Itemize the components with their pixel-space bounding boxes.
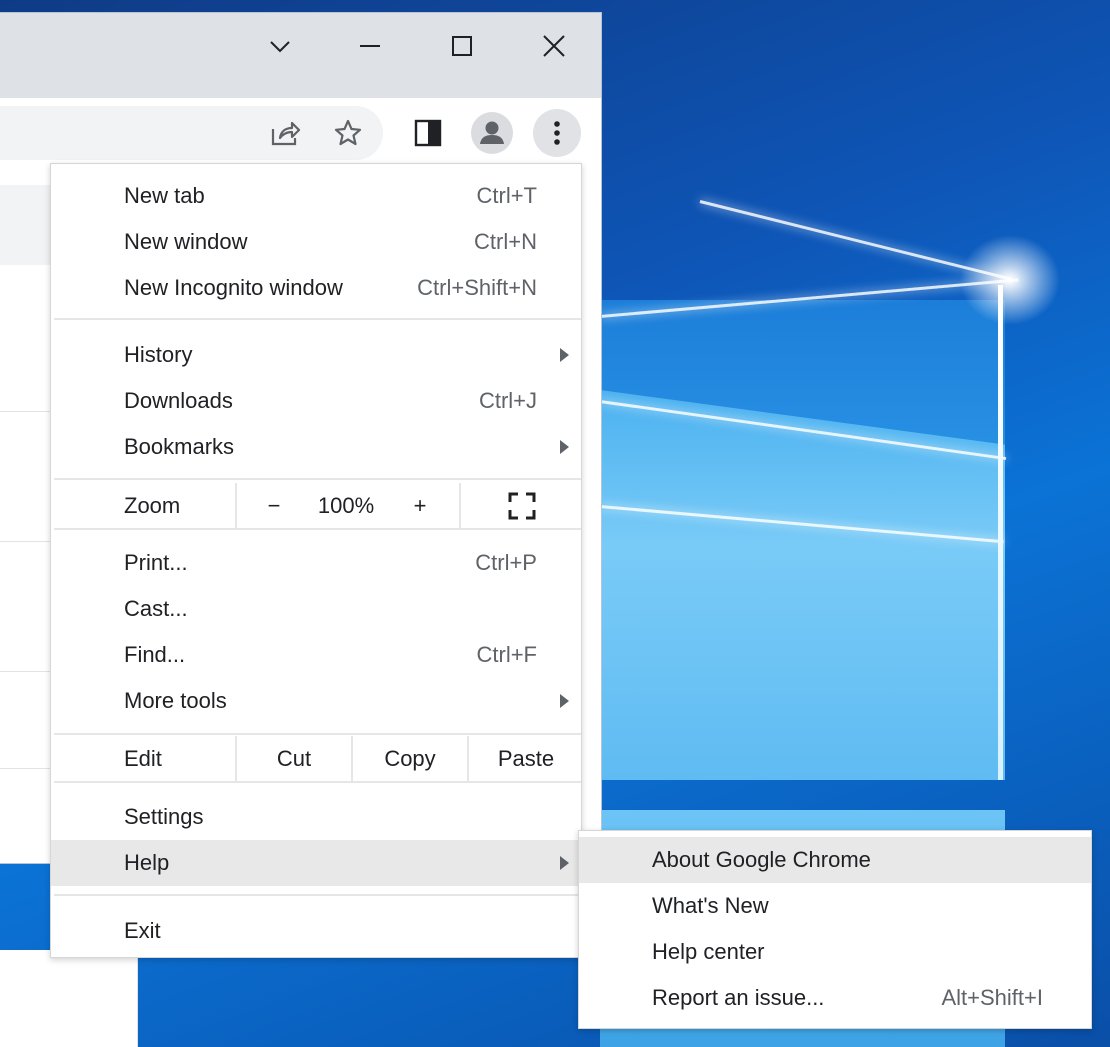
menu-item-print[interactable]: Print... Ctrl+P <box>51 540 581 586</box>
side-panel-button[interactable] <box>404 109 452 157</box>
menu-item-shortcut: Ctrl+T <box>476 183 538 208</box>
browser-toolbar <box>0 98 601 168</box>
copy-label: Copy <box>384 746 436 771</box>
background-window-card <box>0 950 138 1047</box>
menu-item-shortcut: Ctrl+P <box>475 550 537 575</box>
cut-button[interactable]: Cut <box>235 736 351 782</box>
menu-item-shortcut: Ctrl+J <box>478 388 537 413</box>
menu-item-cast[interactable]: Cast... <box>51 586 581 632</box>
menu-separator <box>54 318 581 320</box>
share-button[interactable] <box>261 109 309 157</box>
menu-item-label: Exit <box>124 918 161 943</box>
menu-separator <box>54 733 581 735</box>
close-icon <box>543 35 565 57</box>
menu-item-more-tools[interactable]: More tools <box>51 678 581 724</box>
copy-button[interactable]: Copy <box>351 736 467 782</box>
tab-search-button[interactable] <box>257 23 303 69</box>
title-bar <box>0 13 601 98</box>
close-button[interactable] <box>531 23 577 69</box>
submenu-item-label: Help center <box>652 939 765 964</box>
paste-button[interactable]: Paste <box>467 736 583 782</box>
menu-item-label: Find... <box>124 642 186 667</box>
menu-item-label: New window <box>124 229 248 254</box>
profile-button[interactable] <box>468 109 516 157</box>
maximize-icon <box>452 36 472 56</box>
submenu-arrow-icon <box>560 856 569 870</box>
fullscreen-button[interactable] <box>459 483 583 529</box>
profile-icon <box>471 112 513 154</box>
maximize-button[interactable] <box>439 23 485 69</box>
menu-item-label: History <box>124 342 193 367</box>
menu-item-new-tab[interactable]: New tab Ctrl+T <box>51 173 581 219</box>
menu-item-new-incognito-window[interactable]: New Incognito window Ctrl+Shift+N <box>51 265 581 311</box>
menu-item-shortcut: Ctrl+N <box>474 229 537 254</box>
menu-item-label: Downloads <box>124 388 233 413</box>
menu-separator <box>54 528 581 530</box>
zoom-level: 100% <box>309 483 383 529</box>
fullscreen-icon <box>508 492 536 520</box>
chrome-main-menu: New tab Ctrl+T New window Ctrl+N New Inc… <box>50 163 582 958</box>
edit-row: Edit Cut Copy Paste <box>51 736 581 782</box>
side-panel-icon <box>414 119 442 147</box>
minimize-button[interactable] <box>347 23 393 69</box>
menu-item-label: More tools <box>124 688 227 713</box>
submenu-arrow-icon <box>560 694 569 708</box>
menu-item-label: New tab <box>124 183 205 208</box>
zoom-plus-label: + <box>413 493 427 518</box>
more-vert-icon <box>554 121 560 145</box>
submenu-item-about-google-chrome[interactable]: About Google Chrome <box>579 837 1091 883</box>
submenu-item-report-an-issue[interactable]: Report an issue... Alt+Shift+I <box>579 975 1091 1021</box>
menu-item-label: Cast... <box>124 596 188 621</box>
zoom-minus-label: − <box>267 493 281 518</box>
menu-separator <box>54 894 581 896</box>
submenu-item-shortcut: Alt+Shift+I <box>941 985 1043 1010</box>
star-icon <box>334 119 362 146</box>
more-menu-button[interactable] <box>533 109 581 157</box>
cut-label: Cut <box>276 746 312 771</box>
menu-item-downloads[interactable]: Downloads Ctrl+J <box>51 378 581 424</box>
menu-item-label: New Incognito window <box>124 275 343 300</box>
submenu-item-label: What's New <box>652 893 769 918</box>
menu-separator <box>54 781 581 783</box>
menu-item-shortcut: Ctrl+Shift+N <box>417 275 537 300</box>
zoom-label: Zoom <box>124 493 181 518</box>
menu-item-new-window[interactable]: New window Ctrl+N <box>51 219 581 265</box>
menu-item-help[interactable]: Help <box>51 840 581 886</box>
wallpaper-glow <box>960 235 1060 325</box>
submenu-item-whats-new[interactable]: What's New <box>579 883 1091 929</box>
minimize-icon <box>360 45 380 47</box>
menu-item-label: Bookmarks <box>124 434 235 459</box>
wallpaper-frame-line <box>998 285 1003 780</box>
menu-item-settings[interactable]: Settings <box>51 794 581 840</box>
menu-item-bookmarks[interactable]: Bookmarks <box>51 424 581 470</box>
menu-item-find[interactable]: Find... Ctrl+F <box>51 632 581 678</box>
bookmark-star-button[interactable] <box>324 109 372 157</box>
menu-item-exit[interactable]: Exit <box>51 908 581 954</box>
menu-item-label: Help <box>124 850 170 875</box>
chevron-down-icon <box>270 41 290 53</box>
zoom-in-button[interactable]: + <box>383 483 457 529</box>
menu-item-label: Print... <box>124 550 188 575</box>
menu-item-label: Settings <box>124 804 204 829</box>
zoom-value: 100% <box>317 493 375 518</box>
submenu-item-help-center[interactable]: Help center <box>579 929 1091 975</box>
submenu-arrow-icon <box>560 440 569 454</box>
zoom-out-button[interactable]: − <box>235 483 311 529</box>
submenu-arrow-icon <box>560 348 569 362</box>
menu-separator <box>54 478 581 480</box>
share-icon <box>271 121 301 146</box>
menu-item-shortcut: Ctrl+F <box>476 642 538 667</box>
edit-label: Edit <box>124 746 162 771</box>
help-submenu: About Google Chrome What's New Help cent… <box>578 830 1092 1029</box>
paste-label: Paste <box>497 746 555 771</box>
submenu-item-label: About Google Chrome <box>652 847 871 872</box>
menu-item-history[interactable]: History <box>51 332 581 378</box>
submenu-item-label: Report an issue... <box>652 985 825 1010</box>
zoom-row: Zoom − 100% + <box>51 483 581 529</box>
